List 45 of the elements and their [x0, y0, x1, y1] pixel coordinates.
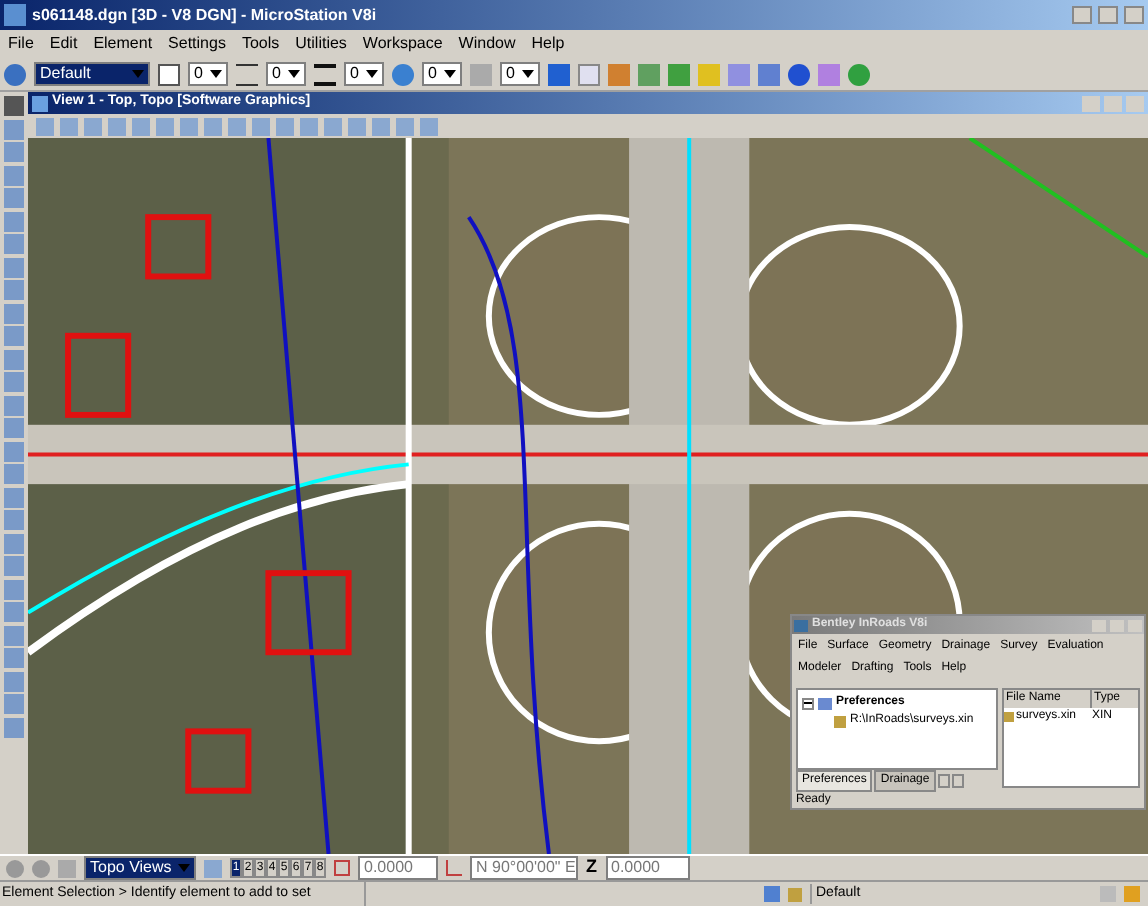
caret-icon [210, 70, 222, 78]
menu-item[interactable]: Element [93, 32, 153, 56]
angle-field[interactable]: N 90°00'00" E [470, 856, 578, 880]
menu-item[interactable]: File [8, 32, 34, 56]
line-style-icon[interactable] [236, 63, 258, 85]
z-field[interactable]: 0.0000 [605, 856, 689, 880]
caret-icon [522, 70, 534, 78]
menu-item[interactable]: Utilities [295, 32, 347, 56]
maximize-button[interactable] [1098, 6, 1118, 24]
right-arrow-button[interactable] [951, 774, 964, 788]
app-icon [4, 4, 26, 26]
line-weight-icon[interactable] [314, 63, 336, 85]
caret-icon [366, 70, 378, 78]
maximize-button[interactable] [1110, 619, 1124, 631]
caret-icon [132, 70, 144, 78]
distance-field[interactable]: 0.0000 [358, 856, 438, 880]
close-button[interactable] [1128, 619, 1142, 631]
caret-icon [444, 70, 456, 78]
caret-icon [288, 70, 300, 78]
close-button[interactable] [1126, 95, 1144, 111]
priority-dropdown[interactable]: 0 [500, 62, 540, 86]
view-group-dropdown[interactable]: Topo Views [84, 856, 196, 880]
menu-item[interactable]: Tools [241, 32, 280, 56]
maximize-button[interactable] [1104, 95, 1122, 111]
window-title: s061148.dgn [3D - V8 DGN] - MicroStation V8i [32, 3, 379, 27]
menu-item[interactable]: Window [458, 32, 516, 56]
expander-icon[interactable] [802, 697, 814, 709]
level-dropdown[interactable]: Default [34, 62, 150, 86]
weight-dropdown[interactable]: 0 [344, 62, 384, 86]
color-swatch[interactable] [158, 63, 180, 85]
menu-item[interactable]: Settings [168, 32, 226, 56]
transparency-dropdown[interactable]: 0 [422, 62, 462, 86]
z-label: Z [586, 854, 597, 881]
menu-item[interactable]: Help [531, 32, 565, 56]
caret-icon [178, 864, 190, 872]
minimize-button[interactable] [1082, 95, 1100, 111]
menu-item[interactable]: Edit [49, 32, 78, 56]
left-arrow-button[interactable] [937, 774, 950, 788]
style-dropdown[interactable]: 0 [266, 62, 306, 86]
minimize-button[interactable] [1092, 619, 1106, 631]
minimize-button[interactable] [1072, 6, 1092, 24]
close-button[interactable] [1124, 6, 1144, 24]
app-icon [794, 619, 808, 631]
color-dropdown[interactable]: 0 [188, 62, 228, 86]
menu-item[interactable]: Workspace [362, 32, 443, 56]
